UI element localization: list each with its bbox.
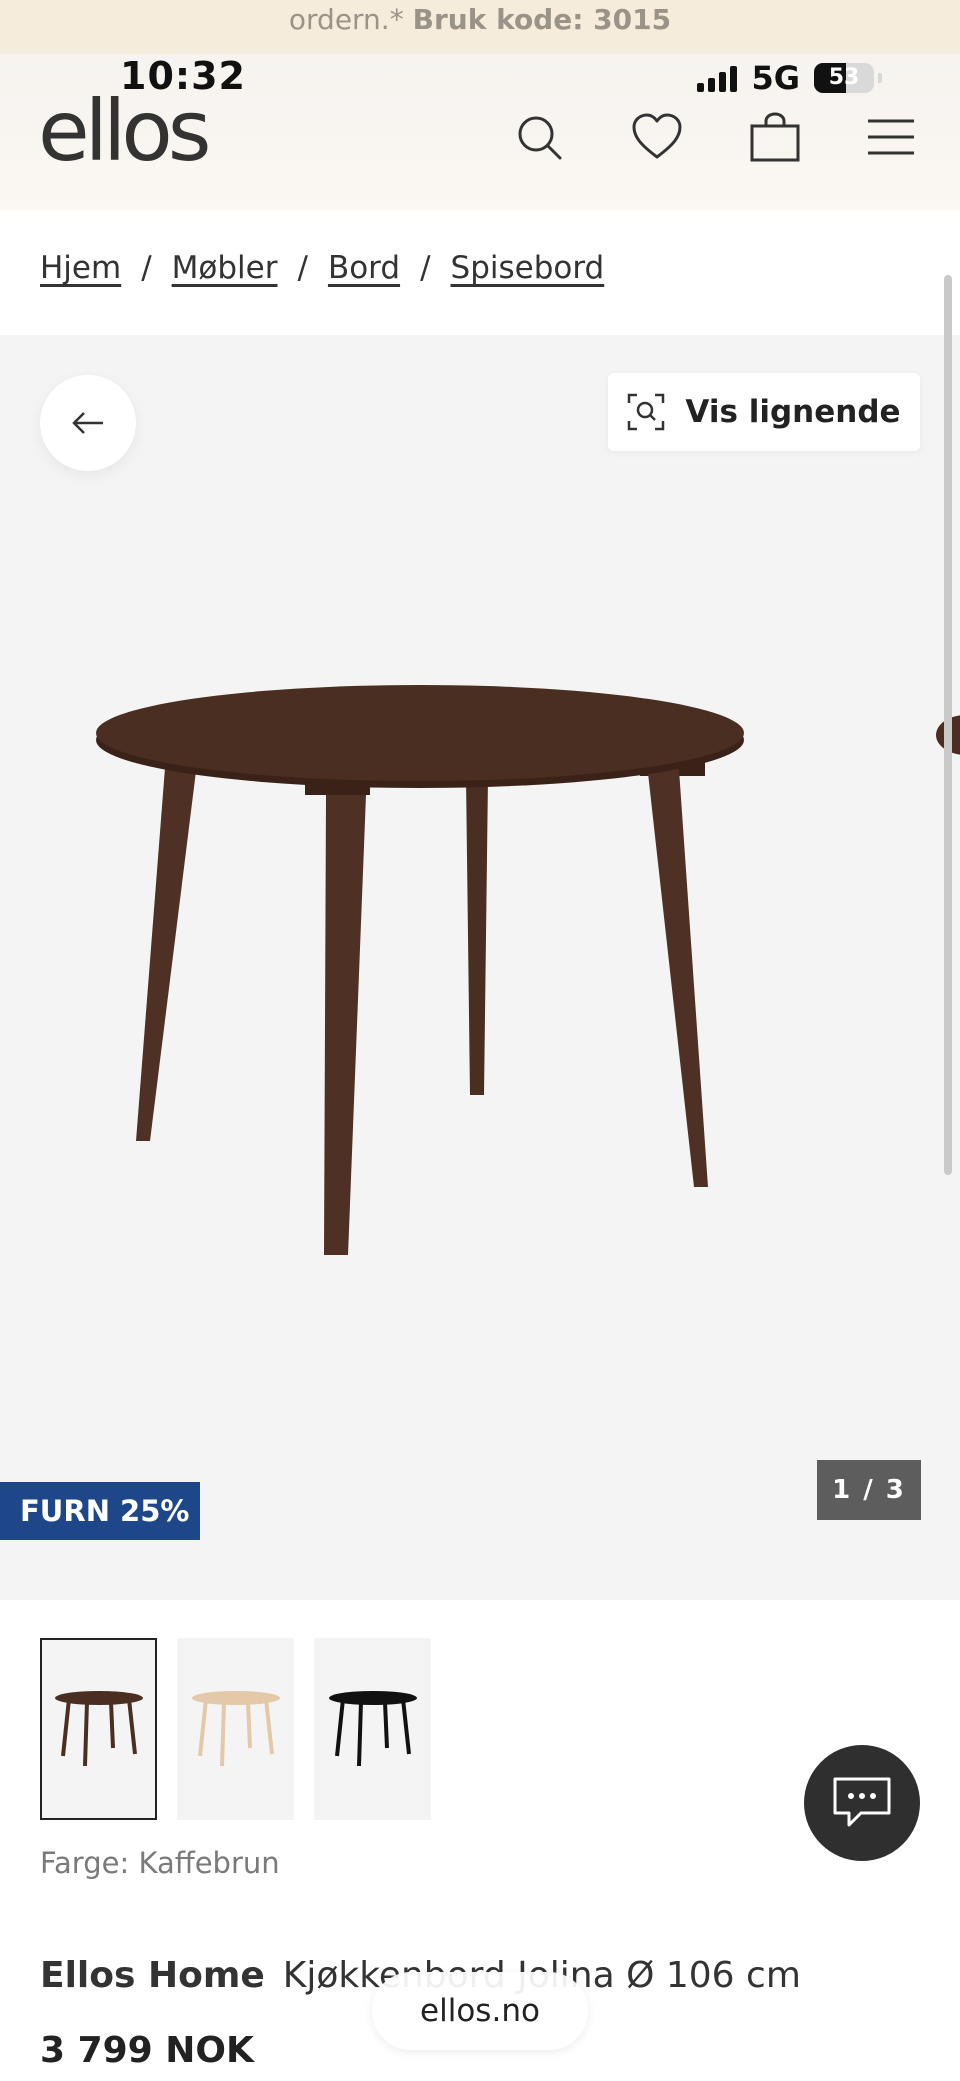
thumbnail-image: [328, 1691, 417, 1767]
product-brand[interactable]: Ellos Home: [40, 1955, 265, 1996]
product-image: [96, 685, 744, 1255]
heart-icon[interactable]: [626, 106, 688, 168]
browser-url-bar[interactable]: ellos.no: [372, 1972, 588, 2050]
color-thumbnails: [40, 1638, 431, 1820]
breadcrumb-bord[interactable]: Bord: [328, 250, 400, 286]
breadcrumb-mobler[interactable]: Møbler: [172, 250, 278, 286]
battery-tip: [878, 73, 882, 83]
signal-icon: [697, 64, 738, 92]
scrollbar[interactable]: [944, 275, 952, 1175]
discount-badge: FURN 25%: [0, 1482, 200, 1540]
promo-banner: ordern.* Bruk kode: 3015: [0, 0, 960, 54]
status-indicators: 5G 53: [697, 58, 882, 98]
product-price: 3 799 NOK: [40, 2030, 254, 2071]
bag-icon[interactable]: [744, 106, 806, 168]
breadcrumb-separator: /: [141, 250, 152, 286]
promo-text: ordern.*: [288, 3, 404, 36]
thumbnail-kaffebrun[interactable]: [40, 1638, 157, 1820]
thumbnail-image: [191, 1691, 280, 1767]
breadcrumb-separator: /: [420, 250, 431, 286]
thumbnail-svart[interactable]: [314, 1638, 431, 1820]
product-gallery[interactable]: Vis lignende FURN 25% 1 / 3: [0, 335, 960, 1600]
chat-icon: [833, 1777, 891, 1827]
search-icon[interactable]: [508, 106, 570, 168]
thumbnail-natur[interactable]: [177, 1638, 294, 1820]
thumbnail-image: [54, 1691, 143, 1767]
site-header: 10:32 5G 53 ellos: [0, 54, 960, 210]
menu-icon[interactable]: [860, 106, 922, 168]
breadcrumb-separator: /: [297, 250, 308, 286]
ellos-logo[interactable]: ellos: [38, 86, 212, 176]
promo-code: Bruk kode: 3015: [412, 3, 672, 36]
color-label: Farge: Kaffebrun: [40, 1846, 280, 1880]
network-type: 5G: [751, 59, 800, 97]
chat-button[interactable]: [804, 1745, 920, 1861]
image-counter: 1 / 3: [817, 1460, 921, 1520]
breadcrumb-home[interactable]: Hjem: [40, 250, 121, 286]
breadcrumb-spisebord[interactable]: Spisebord: [451, 250, 605, 286]
breadcrumb: Hjem / Møbler / Bord / Spisebord: [40, 250, 604, 286]
battery-icon: 53: [814, 63, 874, 93]
battery-level: 53: [828, 65, 860, 90]
